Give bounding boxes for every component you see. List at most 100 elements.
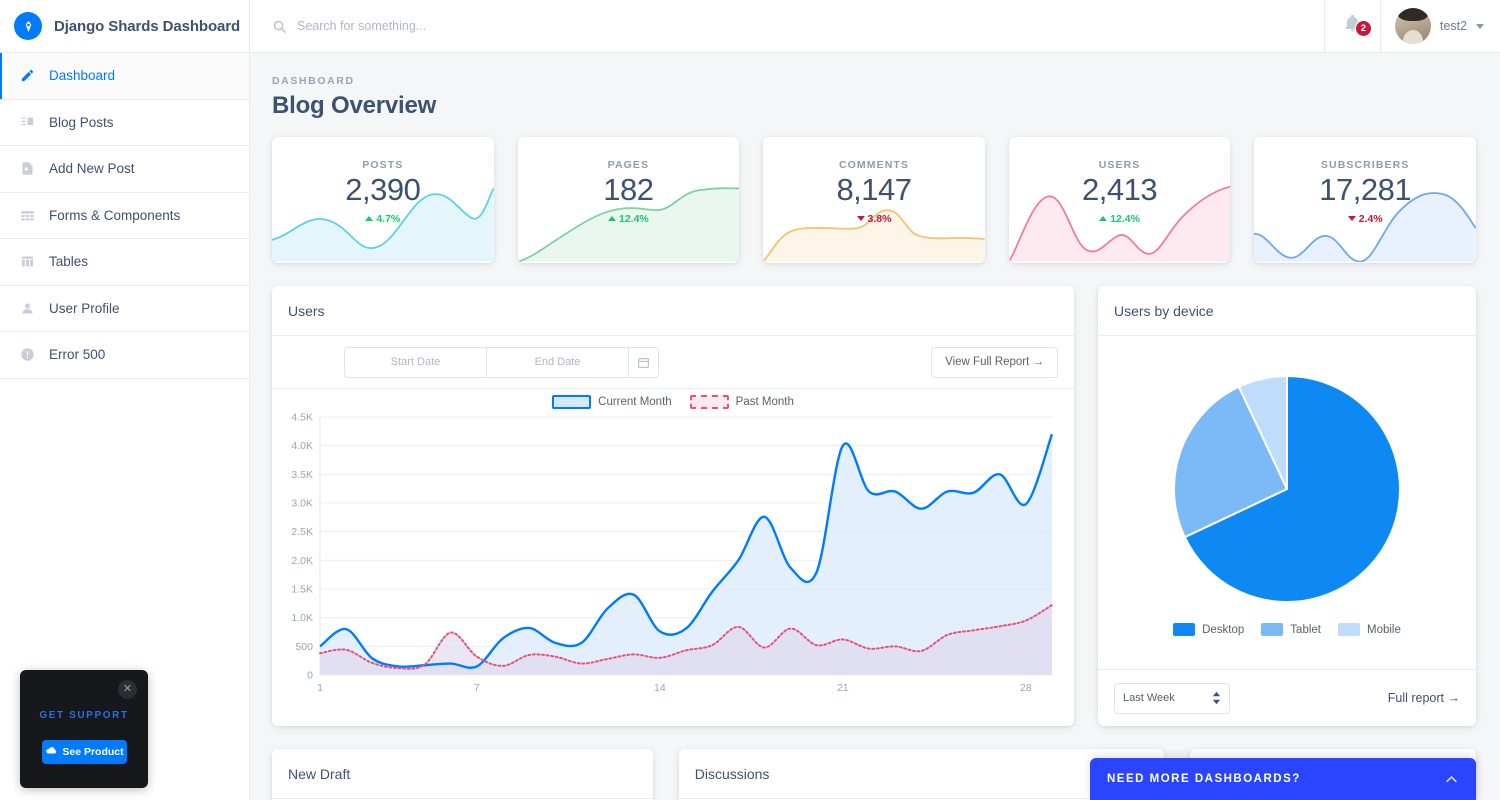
device-panel: Users by device Desktop Tablet xyxy=(1098,286,1476,726)
pie-legend-item-tablet[interactable]: Tablet xyxy=(1261,623,1321,636)
stat-label: Posts xyxy=(272,159,494,171)
trend-down-icon xyxy=(1348,216,1356,221)
close-icon[interactable]: ✕ xyxy=(118,680,137,699)
pie-swatch-tablet xyxy=(1261,623,1283,636)
stat-value: 17,281 xyxy=(1254,172,1476,208)
pie-legend-item-mobile[interactable]: Mobile xyxy=(1338,623,1401,636)
user-name: test2 xyxy=(1440,19,1467,33)
sidebar-item-forms-components[interactable]: Forms & Components xyxy=(0,193,249,240)
date-range-picker: Start Date End Date xyxy=(344,347,659,378)
chart-legend: Current Month Past Month xyxy=(272,395,1074,409)
stat-body: Users 2,413 12.4% xyxy=(1009,137,1231,226)
chevron-up-icon[interactable] xyxy=(1444,772,1459,787)
stat-delta: 12.4% xyxy=(1099,213,1140,225)
device-pie-chart: Desktop Tablet Mobile xyxy=(1098,336,1476,669)
trend-up-icon xyxy=(608,216,616,221)
sidebar-item-user-profile[interactable]: User Profile xyxy=(0,286,249,333)
svg-text:1.0K: 1.0K xyxy=(291,612,313,624)
stat-card-pages[interactable]: Pages 182 12.4% xyxy=(518,137,740,263)
legend-item-current-month[interactable]: Current Month xyxy=(552,395,672,409)
stat-delta-value: 2.4% xyxy=(1359,213,1383,225)
pie-legend-item-desktop[interactable]: Desktop xyxy=(1173,623,1244,636)
start-date-input[interactable]: Start Date xyxy=(344,347,486,378)
see-product-label: See Product xyxy=(62,746,123,758)
stat-label: Comments xyxy=(763,159,985,171)
sidebar-item-dashboard[interactable]: Dashboard xyxy=(0,53,249,100)
stat-label: Users xyxy=(1009,159,1231,171)
legend-item-past-month[interactable]: Past Month xyxy=(690,395,794,409)
svg-text:7: 7 xyxy=(474,682,480,694)
page-content: Dashboard Blog Overview Posts 2,390 4.7% xyxy=(250,53,1500,800)
banner-text: NEED MORE DASHBOARDS? xyxy=(1107,773,1301,785)
pencil-icon xyxy=(18,67,36,85)
legend-label: Current Month xyxy=(598,396,672,408)
full-report-link[interactable]: Full report → xyxy=(1388,691,1460,705)
svg-text:2.5K: 2.5K xyxy=(291,526,313,538)
main-area: 2 test2 Dashboard Blog Overview Po xyxy=(250,0,1500,800)
notification-count-badge: 2 xyxy=(1355,20,1372,37)
sidebar-item-label: Error 500 xyxy=(49,347,105,362)
see-product-button[interactable]: See Product xyxy=(42,740,127,764)
table-icon xyxy=(18,253,36,271)
stat-value: 2,390 xyxy=(272,172,494,208)
notifications-button[interactable]: 2 xyxy=(1325,0,1381,52)
sidebar-item-error-500[interactable]: Error 500 xyxy=(0,332,249,379)
sidebar-item-label: Dashboard xyxy=(49,68,115,83)
panels-row: Users Start Date End Date View Full Repo… xyxy=(272,286,1476,726)
stats-row: Posts 2,390 4.7% Pages xyxy=(272,137,1476,263)
device-panel-footer: Last Week Full report → xyxy=(1098,669,1476,726)
person-icon xyxy=(18,299,36,317)
trend-down-icon xyxy=(857,216,865,221)
search-input[interactable] xyxy=(297,19,697,33)
legend-swatch-current xyxy=(552,395,591,409)
stat-label: Subscribers xyxy=(1254,159,1476,171)
svg-text:4.5K: 4.5K xyxy=(291,412,313,424)
stat-card-comments[interactable]: Comments 8,147 3.8% xyxy=(763,137,985,263)
file-plus-icon xyxy=(18,160,36,178)
end-date-input[interactable]: End Date xyxy=(486,347,628,378)
pie-legend-label: Mobile xyxy=(1367,624,1401,636)
stat-body: Posts 2,390 4.7% xyxy=(272,137,494,226)
cloud-icon xyxy=(45,745,57,760)
avatar xyxy=(1395,8,1431,44)
users-panel-title: Users xyxy=(272,286,1074,336)
trend-up-icon xyxy=(365,216,373,221)
alert-circle-icon xyxy=(18,346,36,364)
support-widget: ✕ GET SUPPORT See Product xyxy=(20,670,148,788)
svg-text:2.0K: 2.0K xyxy=(291,555,313,567)
sidebar-item-blog-posts[interactable]: Blog Posts xyxy=(0,100,249,147)
brand[interactable]: Django Shards Dashboard xyxy=(0,0,249,53)
stat-card-users[interactable]: Users 2,413 12.4% xyxy=(1009,137,1231,263)
user-menu[interactable]: test2 xyxy=(1381,0,1500,52)
trend-up-icon xyxy=(1099,216,1107,221)
period-select[interactable]: Last Week xyxy=(1114,683,1230,714)
grid-icon xyxy=(18,206,36,224)
breadcrumb: Dashboard xyxy=(272,75,1476,87)
view-full-report-button[interactable]: View Full Report → xyxy=(931,347,1058,378)
sidebar-item-tables[interactable]: Tables xyxy=(0,239,249,286)
svg-text:0: 0 xyxy=(307,670,313,682)
stat-body: Subscribers 17,281 2.4% xyxy=(1254,137,1476,226)
stat-card-subscribers[interactable]: Subscribers 17,281 2.4% xyxy=(1254,137,1476,263)
stat-value: 2,413 xyxy=(1009,172,1231,208)
calendar-icon[interactable] xyxy=(628,347,659,378)
svg-text:500: 500 xyxy=(295,641,313,653)
need-more-dashboards-banner[interactable]: NEED MORE DASHBOARDS? xyxy=(1090,758,1476,800)
app-root: Django Shards Dashboard Dashboard Blog P… xyxy=(0,0,1500,800)
stat-card-posts[interactable]: Posts 2,390 4.7% xyxy=(272,137,494,263)
stat-delta-value: 12.4% xyxy=(619,213,649,225)
sidebar-item-label: Forms & Components xyxy=(49,208,180,223)
users-panel-toolbar: Start Date End Date View Full Report → xyxy=(272,336,1074,389)
svg-text:3.5K: 3.5K xyxy=(291,469,313,481)
pie-legend-label: Desktop xyxy=(1202,624,1244,636)
period-select-value: Last Week xyxy=(1123,692,1175,704)
pie-swatch-mobile xyxy=(1338,623,1360,636)
svg-text:21: 21 xyxy=(837,682,849,694)
sidebar-item-add-new-post[interactable]: Add New Post xyxy=(0,146,249,193)
stat-delta: 4.7% xyxy=(365,213,400,225)
svg-text:3.0K: 3.0K xyxy=(291,498,313,510)
pie-svg xyxy=(1171,373,1403,605)
svg-text:1.5K: 1.5K xyxy=(291,584,313,596)
stat-delta-value: 12.4% xyxy=(1110,213,1140,225)
stat-value: 182 xyxy=(518,172,740,208)
